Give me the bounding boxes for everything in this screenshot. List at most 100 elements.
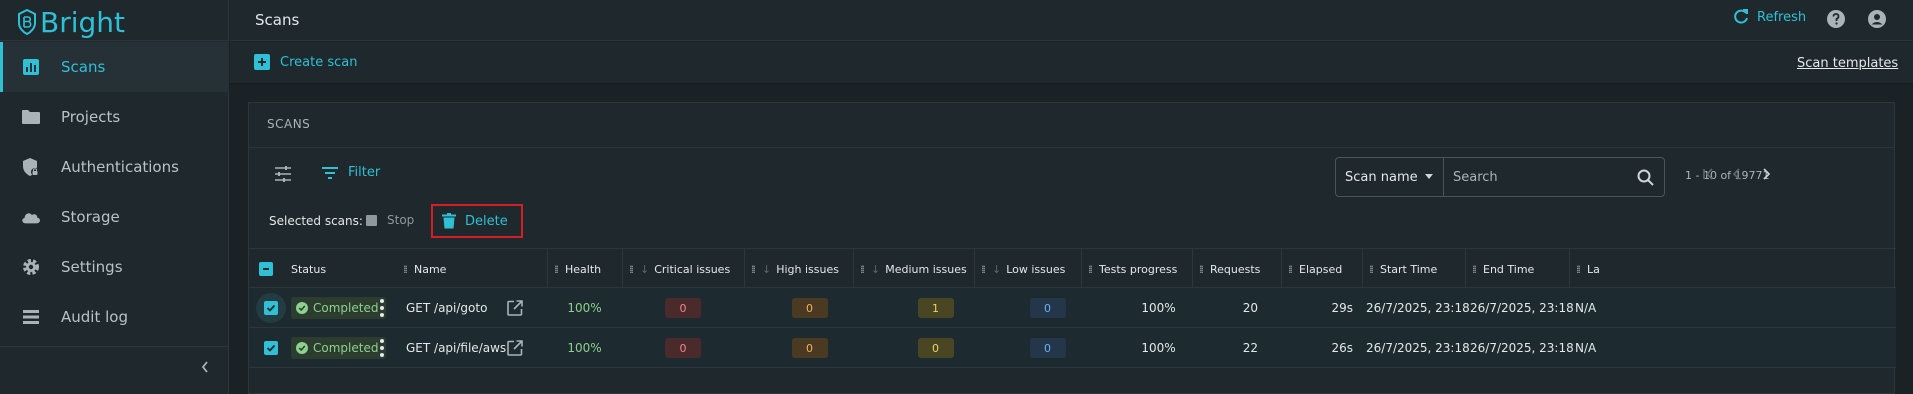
drag-handle-icon[interactable]: ⁞⁞ (751, 263, 756, 276)
column-header-high[interactable]: ⁞⁞ ↓ High issues (744, 249, 853, 289)
select-all-checkbox[interactable] (249, 249, 283, 289)
medium-count[interactable]: 1 (917, 298, 954, 318)
column-header-health[interactable]: ⁞⁞ Health (547, 249, 622, 289)
column-header-tests-progress[interactable]: ⁞⁞ Tests progress (1081, 249, 1192, 289)
column-header-elapsed[interactable]: ⁞⁞ Elapsed (1281, 249, 1362, 289)
delete-button[interactable]: Delete (431, 204, 523, 238)
status-badge: Completed (291, 297, 387, 319)
chevron-left-icon (201, 361, 208, 373)
high-count[interactable]: 0 (791, 298, 828, 318)
health-value: 100% (567, 341, 602, 355)
critical-count[interactable]: 0 (665, 298, 701, 318)
low-issues-cell: 0 (994, 328, 1101, 368)
table-row[interactable]: Completed GET /api/goto 100% 0 0 1 0 100… (249, 288, 1896, 328)
column-header-low[interactable]: ⁞⁞ ↓ Low issues (974, 249, 1081, 289)
search-field-select[interactable]: Scan name (1335, 157, 1443, 197)
column-header-critical[interactable]: ⁞⁞ ↓ Critical issues (622, 249, 744, 289)
sidebar-item-label: Settings (61, 258, 123, 276)
account-button[interactable] (1867, 9, 1887, 33)
divider (249, 147, 1894, 148)
scan-templates-link[interactable]: Scan templates (1797, 56, 1898, 71)
scan-name[interactable]: GET /api/file/aws (406, 328, 506, 368)
column-settings-button[interactable] (274, 165, 292, 187)
row-menu-button[interactable] (380, 288, 384, 328)
sidebar-item-audit-log[interactable]: Audit log (0, 292, 229, 342)
gear-icon (21, 257, 41, 277)
drag-handle-icon[interactable]: ⁞⁞ (1472, 263, 1477, 276)
high-issues-cell: 0 (744, 328, 875, 368)
first-page-button[interactable] (1698, 165, 1718, 183)
sort-arrow-icon: ↓ (640, 262, 650, 276)
critical-count[interactable]: 0 (665, 338, 701, 358)
row-menu-button[interactable] (380, 328, 384, 368)
account-icon (1868, 10, 1886, 28)
help-icon (1827, 10, 1845, 28)
sidebar-item-settings[interactable]: Settings (0, 242, 229, 292)
row-checkbox[interactable] (256, 328, 286, 368)
stop-button[interactable]: Stop (366, 213, 414, 227)
filter-icon (322, 166, 338, 179)
sidebar-item-storage[interactable]: Storage (0, 192, 229, 242)
drag-handle-icon[interactable]: ⁞⁞ (1199, 263, 1204, 276)
check-icon (264, 341, 278, 355)
open-external-button[interactable] (507, 328, 523, 368)
end-time-value: 26/7/2025, 23:18 (1470, 341, 1574, 355)
table-row[interactable]: Completed GET /api/file/aws 100% 0 0 0 0… (249, 328, 1896, 368)
search-box (1443, 157, 1665, 197)
sort-arrow-icon: ↓ (762, 262, 772, 276)
drag-handle-icon[interactable]: ⁞⁞ (1369, 263, 1374, 276)
column-header-end-time[interactable]: ⁞⁞ End Time (1465, 249, 1569, 289)
check-circle-icon (296, 302, 308, 314)
column-header-start-time[interactable]: ⁞⁞ Start Time (1362, 249, 1465, 289)
refresh-button[interactable]: Refresh (1733, 9, 1806, 25)
column-header-status[interactable]: Status (283, 249, 397, 289)
sidebar-item-label: Scans (61, 58, 106, 76)
create-scan-button[interactable]: Create scan (254, 54, 357, 70)
sidebar-nav: Scans Projects Authentications Storage S… (0, 42, 229, 342)
column-header-medium[interactable]: ⁞⁞ ↓ Medium issues (853, 249, 974, 289)
column-header-name[interactable]: ⁞⁞ Name (397, 249, 547, 289)
drag-handle-icon[interactable]: ⁞⁞ (1576, 263, 1581, 276)
filter-button[interactable]: Filter (322, 165, 380, 180)
search-field-value: Scan name (1345, 169, 1418, 185)
low-count[interactable]: 0 (1029, 338, 1066, 358)
column-header-requests[interactable]: ⁞⁞ Requests (1192, 249, 1281, 289)
bright-shield-icon (18, 9, 36, 35)
sidebar-item-projects[interactable]: Projects (0, 92, 229, 142)
drag-handle-icon[interactable]: ⁞⁞ (629, 263, 634, 276)
drag-handle-icon[interactable]: ⁞⁞ (554, 263, 559, 276)
drag-handle-icon[interactable]: ⁞⁞ (981, 263, 986, 276)
open-in-new-icon (507, 340, 523, 356)
next-page-button[interactable] (1756, 165, 1776, 183)
scan-name[interactable]: GET /api/goto (406, 288, 487, 328)
search-input[interactable] (1453, 169, 1613, 185)
search-icon[interactable] (1637, 169, 1654, 190)
sidebar-item-authentications[interactable]: Authentications (0, 142, 229, 192)
open-external-button[interactable] (507, 288, 523, 328)
sidebar-item-label: Projects (61, 108, 121, 126)
caret-down-icon (1425, 174, 1433, 179)
low-count[interactable]: 0 (1029, 298, 1066, 318)
collapse-sidebar-button[interactable] (196, 358, 214, 376)
previous-page-button[interactable] (1727, 165, 1747, 183)
critical-issues-cell: 0 (622, 328, 744, 368)
medium-issues-cell: 1 (875, 288, 996, 328)
high-count[interactable]: 0 (791, 338, 828, 358)
sidebar-item-label: Authentications (61, 158, 179, 176)
column-header-last[interactable]: ⁞⁞ La (1569, 249, 1896, 289)
brand-logo[interactable]: Bright (18, 4, 125, 40)
row-checkbox[interactable] (256, 288, 286, 328)
help-button[interactable] (1826, 9, 1846, 33)
start-time-value: 26/7/2025, 23:18 (1366, 301, 1470, 315)
delete-label: Delete (465, 213, 508, 229)
drag-handle-icon[interactable]: ⁞⁞ (1288, 263, 1293, 276)
app: Bright Scans Projects Authentications St… (0, 0, 1913, 394)
medium-count[interactable]: 0 (917, 338, 954, 358)
drag-handle-icon[interactable]: ⁞⁞ (403, 263, 408, 276)
sidebar-item-scans[interactable]: Scans (0, 42, 229, 92)
elapsed-value: 29s (1331, 301, 1353, 315)
first-page-icon (1703, 168, 1713, 180)
drag-handle-icon[interactable]: ⁞⁞ (1088, 263, 1093, 276)
drag-handle-icon[interactable]: ⁞⁞ (860, 263, 865, 276)
sort-arrow-icon: ↓ (992, 262, 1002, 276)
